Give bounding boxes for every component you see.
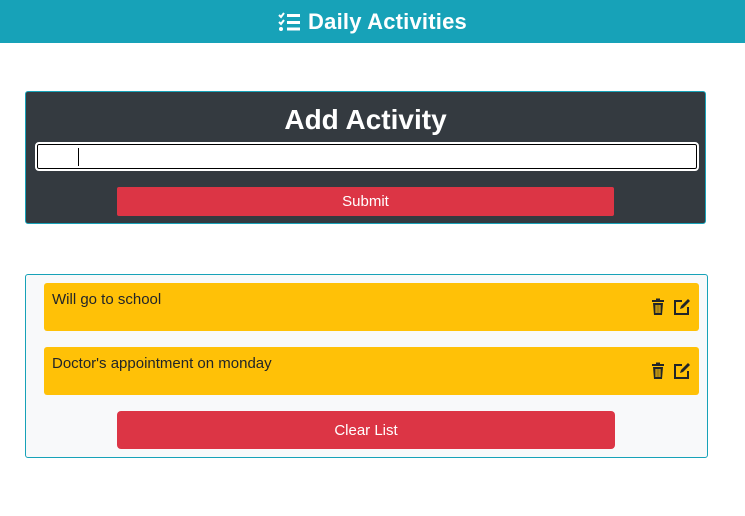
add-activity-heading: Add Activity (284, 104, 447, 135)
list-item: Will go to school (44, 283, 699, 331)
trash-icon[interactable] (649, 298, 667, 316)
add-activity-card: Add Activity Submit (25, 91, 706, 224)
clear-list-button[interactable]: Clear List (117, 411, 615, 449)
edit-icon[interactable] (673, 362, 691, 380)
tasks-icon (278, 11, 301, 32)
app-header: Daily Activities (0, 0, 745, 43)
header-title-group: Daily Activities (278, 9, 467, 35)
activity-text: Doctor's appointment on monday (52, 355, 272, 372)
activity-text: Will go to school (52, 291, 162, 308)
item-actions (649, 298, 691, 316)
edit-icon[interactable] (673, 298, 691, 316)
trash-icon[interactable] (649, 362, 667, 380)
page-title: Daily Activities (308, 8, 467, 34)
activity-input[interactable] (35, 142, 699, 171)
text-cursor (78, 148, 79, 166)
item-actions (649, 362, 691, 380)
submit-button[interactable]: Submit (117, 187, 614, 216)
activity-list-card: Will go to school Doctor's appointment o… (25, 274, 708, 458)
list-item: Doctor's appointment on monday (44, 347, 699, 395)
